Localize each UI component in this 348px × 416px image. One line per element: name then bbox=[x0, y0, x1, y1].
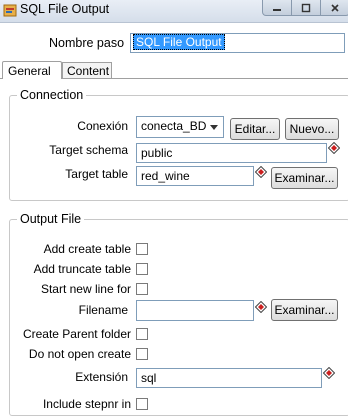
add-create-table-label: Add create table bbox=[43, 242, 131, 256]
create-parent-folder-label: Create Parent folder bbox=[22, 327, 131, 341]
include-stepnr-checkbox[interactable] bbox=[136, 398, 148, 410]
variable-icon bbox=[255, 166, 267, 178]
step-name-label: Nombre paso bbox=[49, 36, 125, 50]
conexion-label: Conexión bbox=[77, 119, 128, 133]
include-stepnr-label: Include stepnr in bbox=[42, 397, 131, 411]
output-file-group-title: Output File bbox=[17, 212, 85, 226]
target-schema-input[interactable]: public bbox=[136, 143, 327, 163]
variable-icon bbox=[255, 301, 267, 313]
window-title: SQL File Output bbox=[20, 2, 110, 16]
start-new-line-checkbox[interactable] bbox=[136, 283, 148, 295]
extension-input[interactable]: sql bbox=[136, 368, 322, 388]
tab-general-label: General bbox=[8, 64, 51, 78]
close-button[interactable] bbox=[321, 0, 348, 15]
tab-content[interactable]: Content bbox=[62, 62, 112, 78]
tab-content-label: Content bbox=[67, 64, 110, 78]
conexion-select[interactable]: conecta_BD bbox=[136, 116, 224, 138]
variable-icon bbox=[323, 367, 335, 379]
filename-input[interactable] bbox=[136, 300, 254, 321]
maximize-button[interactable] bbox=[292, 0, 321, 15]
variable-icon bbox=[328, 142, 340, 154]
add-truncate-table-checkbox[interactable] bbox=[136, 263, 148, 275]
target-schema-label: Target schema bbox=[49, 143, 128, 157]
chevron-down-icon bbox=[205, 117, 223, 137]
step-name-input[interactable]: SQL File Output bbox=[130, 33, 345, 53]
browse-table-button[interactable]: Examinar... bbox=[271, 167, 338, 189]
create-parent-folder-checkbox[interactable] bbox=[136, 328, 148, 340]
tab-general[interactable]: General bbox=[2, 61, 62, 79]
close-icon bbox=[331, 3, 339, 12]
conexion-value: conecta_BD bbox=[141, 119, 207, 133]
minimize-button[interactable] bbox=[263, 0, 292, 15]
add-truncate-table-label: Add truncate table bbox=[33, 262, 131, 276]
extension-label: Extensión bbox=[75, 370, 128, 384]
step-name-value: SQL File Output bbox=[133, 34, 225, 50]
add-create-table-checkbox[interactable] bbox=[136, 243, 148, 255]
filename-label: Filename bbox=[78, 303, 128, 317]
window-controls bbox=[262, 0, 348, 16]
browse-filename-button[interactable]: Examinar... bbox=[271, 299, 338, 321]
new-connection-button[interactable]: Nuevo... bbox=[285, 118, 339, 140]
do-not-open-create-checkbox[interactable] bbox=[136, 348, 148, 360]
maximize-icon bbox=[301, 3, 311, 12]
connection-group-title: Connection bbox=[17, 88, 87, 102]
do-not-open-create-label: Do not open create bbox=[28, 347, 131, 361]
start-new-line-label: Start new line for bbox=[40, 282, 131, 296]
target-table-label: Target table bbox=[65, 167, 128, 181]
edit-connection-button[interactable]: Editar... bbox=[230, 118, 280, 140]
target-table-input[interactable]: red_wine bbox=[136, 166, 254, 186]
app-icon bbox=[3, 4, 17, 17]
minimize-icon bbox=[273, 8, 281, 11]
